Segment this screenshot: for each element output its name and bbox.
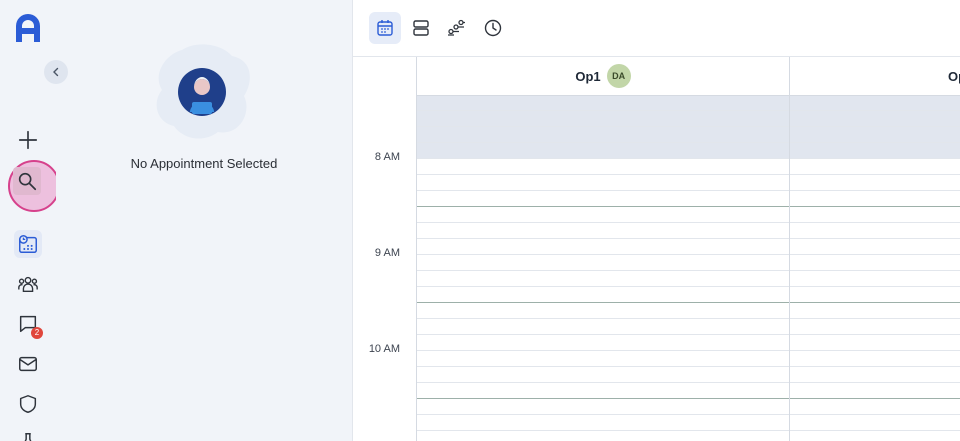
slot-divider [417, 286, 789, 287]
operatory-header[interactable]: Op1 DA [417, 57, 789, 96]
history-button[interactable] [477, 12, 509, 44]
slot-divider [417, 222, 789, 223]
slot-divider [790, 302, 960, 303]
slot-divider [790, 126, 960, 127]
calendar-toolbar [353, 0, 960, 57]
shield-icon[interactable] [14, 390, 42, 418]
slot-divider [417, 238, 789, 239]
schedule-calendar: 8 AM 9 AM 10 AM Op1 DA Op [352, 0, 960, 441]
slot-divider [790, 334, 960, 335]
empty-state-message: No Appointment Selected [130, 156, 278, 171]
schedule-icon[interactable] [14, 230, 42, 258]
appointment-panel: No Appointment Selected [44, 0, 352, 441]
calendar-view-icon [377, 20, 393, 36]
slot-divider [790, 158, 960, 159]
slot-divider [417, 110, 789, 111]
team-view-button[interactable] [441, 12, 473, 44]
slot-divider [790, 318, 960, 319]
slot-divider [790, 350, 960, 351]
time-label-8am: 8 AM [374, 151, 400, 163]
slot-divider [417, 302, 789, 303]
chevron-left-icon [53, 67, 59, 77]
slot-divider [417, 366, 789, 367]
slot-divider [790, 110, 960, 111]
slot-divider [417, 206, 789, 207]
slot-divider [790, 222, 960, 223]
slot-divider [790, 190, 960, 191]
slot-divider [417, 350, 789, 351]
slot-divider [790, 398, 960, 399]
slot-divider [417, 126, 789, 127]
slot-divider [790, 254, 960, 255]
slot-divider [790, 286, 960, 287]
slot-divider [790, 270, 960, 271]
slot-divider [417, 398, 789, 399]
collapse-sidebar-button[interactable] [44, 60, 68, 84]
slot-divider [417, 142, 789, 143]
slot-divider [790, 206, 960, 207]
operatory-name: Op [948, 68, 960, 84]
patients-icon[interactable] [14, 270, 42, 298]
messages-badge: 2 [31, 327, 43, 339]
time-axis: 8 AM 9 AM 10 AM [353, 57, 417, 441]
slot-divider [417, 382, 789, 383]
blocked-time-slot [417, 96, 789, 158]
slot-divider [790, 238, 960, 239]
add-icon[interactable] [14, 126, 42, 154]
operatory-header[interactable]: Op [790, 57, 960, 96]
slot-divider [790, 414, 960, 415]
blocked-time-slot [790, 96, 960, 158]
operatory-column-op1[interactable]: Op1 DA [417, 57, 790, 441]
list-view-icon [413, 20, 429, 36]
slot-divider [417, 430, 789, 431]
slot-divider [417, 158, 789, 159]
lab-icon[interactable] [14, 428, 42, 441]
slot-divider [790, 430, 960, 431]
time-label-9am: 9 AM [374, 247, 400, 259]
slot-divider [417, 334, 789, 335]
slot-divider [417, 414, 789, 415]
slot-divider [790, 174, 960, 175]
slot-divider [417, 270, 789, 271]
list-view-button[interactable] [405, 12, 437, 44]
slot-divider [790, 382, 960, 383]
provider-avatar[interactable]: DA [606, 64, 631, 88]
clock-icon [484, 19, 502, 37]
time-label-10am: 10 AM [368, 343, 400, 355]
slot-divider [417, 318, 789, 319]
calendar-view-button[interactable] [369, 12, 401, 44]
slot-divider [790, 366, 960, 367]
slot-divider [790, 142, 960, 143]
slot-divider [417, 190, 789, 191]
app-logo[interactable] [12, 12, 44, 44]
operatory-column-op2[interactable]: Op [790, 57, 960, 441]
mail-icon[interactable] [14, 350, 42, 378]
slot-divider [417, 254, 789, 255]
team-view-icon [448, 19, 465, 36]
slot-divider [417, 174, 789, 175]
operatory-name: Op1 [575, 68, 601, 84]
empty-state-illustration [156, 44, 250, 139]
search-icon[interactable] [13, 167, 41, 195]
